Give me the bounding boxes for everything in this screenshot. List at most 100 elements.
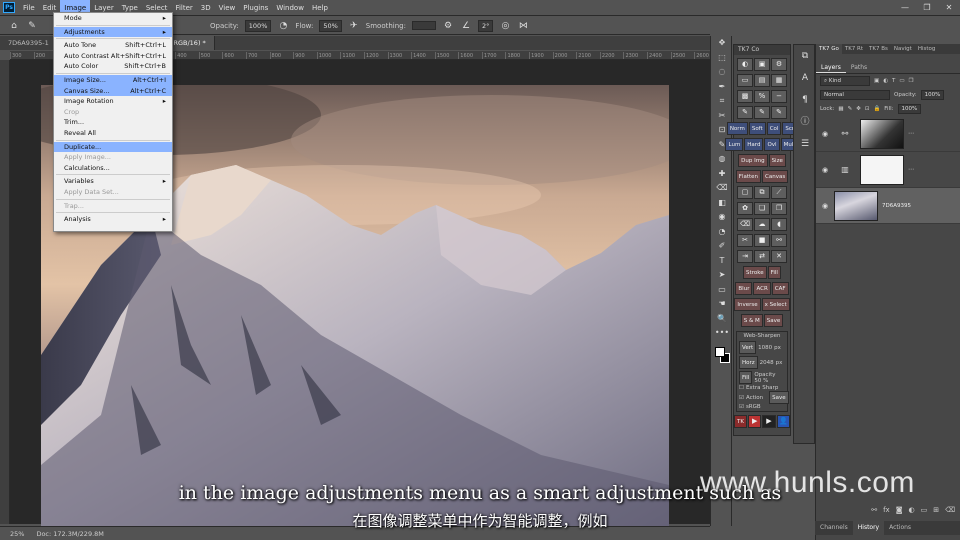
tk-dup-icon[interactable]: ❏ (754, 202, 770, 215)
tk-folder-icon[interactable]: ▭ (737, 74, 753, 87)
layer-opacity-field[interactable]: 100% (920, 90, 945, 100)
menu-item-image-rotation[interactable]: Image Rotation ▸ (54, 96, 172, 107)
minimize-button[interactable]: — (894, 0, 916, 16)
filter-adjust-icon[interactable]: ◐ (883, 78, 888, 84)
tool-icon-9[interactable]: ✚ (711, 167, 733, 182)
tk-gear2-icon[interactable]: ✿ (737, 202, 753, 215)
menu-item-auto-tone[interactable]: Auto Tone Shift+Ctrl+L (54, 40, 172, 51)
tool-icon-1[interactable]: ⬚ (711, 51, 733, 66)
tk-button-inverse[interactable]: Inverse (734, 298, 761, 311)
tk-button-col[interactable]: Col (766, 122, 782, 135)
tk-trash-icon[interactable]: ⌫ (737, 218, 753, 231)
tk-gear-icon[interactable]: ⚙ (771, 58, 787, 71)
menu-item-auto-contrast[interactable]: Auto Contrast Alt+Shift+Ctrl+L (54, 51, 172, 62)
panel-tab-histogram[interactable]: Histog (915, 44, 939, 54)
tk-play2-icon[interactable]: ▶ (762, 415, 776, 428)
horz-button[interactable]: Horz (739, 356, 758, 369)
visibility-eye-icon[interactable]: ◉ (820, 202, 830, 210)
menu-window[interactable]: Window (272, 0, 308, 16)
tk-button-flatten[interactable]: Flatten (735, 170, 762, 183)
tk-zoom-100-icon[interactable]: % (754, 90, 770, 103)
tk-button-x-select[interactable]: x Select (761, 298, 790, 311)
layer-row-bw[interactable]: ◉ ⚯ ⋯ (816, 116, 960, 152)
tool-icon-13[interactable]: ◔ (711, 225, 733, 240)
visibility-eye-icon[interactable]: ◉ (820, 130, 830, 138)
settings-gear-icon[interactable]: ⚙ (442, 20, 454, 32)
angle-icon[interactable]: ∠ (460, 20, 472, 32)
lock-pixels-icon[interactable]: ▦ (838, 106, 843, 112)
menu-plugins[interactable]: Plugins (239, 0, 272, 16)
tool-icon-4[interactable]: ⌗ (711, 94, 733, 109)
airbrush-icon[interactable]: ✈ (348, 20, 360, 32)
tk-grid-icon[interactable]: ▦ (771, 74, 787, 87)
horz-value[interactable]: 2048 (760, 360, 774, 366)
tab-paths[interactable]: Paths (846, 62, 872, 73)
menu-item-mode[interactable]: Mode ▸ (54, 13, 172, 24)
tk-button-caf[interactable]: CAF (771, 282, 789, 295)
tk-brush-yellow-icon[interactable]: ✎ (771, 106, 787, 119)
menu-item-adjustments[interactable]: Adjustments ▸ (54, 26, 172, 38)
tk-brush-white-icon[interactable]: ✎ (754, 106, 770, 119)
menu-item-reveal-all[interactable]: Reveal All (54, 128, 172, 139)
layer-mask-thumbnail[interactable] (860, 154, 904, 185)
info-icon[interactable]: ⓘ (794, 111, 816, 133)
layer-comps-icon[interactable]: ⧉ (794, 45, 816, 67)
lock-artboard-icon[interactable]: ⊡ (865, 106, 870, 112)
tool-icon-10[interactable]: ⌫ (711, 181, 733, 196)
tk-button-size[interactable]: Size (768, 154, 786, 167)
tool-icon-3[interactable]: ✒ (711, 80, 733, 95)
lock-paint-icon[interactable]: ✎ (848, 106, 853, 112)
vert-value[interactable]: 1080 (758, 345, 772, 351)
tk-button-lum[interactable]: Lum (725, 138, 744, 151)
tk-swap-icon[interactable]: ⇄ (754, 250, 770, 263)
tk-link-icon[interactable]: ⚯ (771, 234, 787, 247)
brush-preset-icon[interactable]: ✎ (26, 20, 38, 32)
panel-tab-tk7-go[interactable]: TK7 Go (816, 44, 842, 54)
layer-name[interactable]: 7D6A9395 (882, 203, 911, 209)
tk-button-canvas[interactable]: Canvas (762, 170, 789, 183)
visibility-eye-icon[interactable]: ◉ (820, 166, 830, 174)
menu-item-calculations[interactable]: Calculations... (54, 163, 172, 174)
tk-wand-icon[interactable]: ⟋ (771, 186, 787, 199)
tool-icon-5[interactable]: ✂ (711, 109, 733, 124)
tk-minus-icon[interactable]: − (771, 90, 787, 103)
tk-copy-icon[interactable]: ❐ (771, 202, 787, 215)
tool-icon-8[interactable]: ◍ (711, 152, 733, 167)
tk-layers-icon[interactable]: ▤ (754, 74, 770, 87)
tk-play-icon[interactable]: ▶ (747, 415, 762, 428)
tk-cut-icon[interactable]: ✂ (737, 234, 753, 247)
tk-button-blur[interactable]: Blur (735, 282, 753, 295)
tool-icon-2[interactable]: ◌ (711, 65, 733, 80)
lock-move-icon[interactable]: ✥ (856, 106, 861, 112)
tool-icon-12[interactable]: ◉ (711, 210, 733, 225)
tk-square-icon[interactable]: ■ (754, 234, 770, 247)
ws-opacity-value[interactable]: 50 (754, 378, 761, 384)
menu-item-variables[interactable]: Variables ▸ (54, 176, 172, 187)
tk-cloud-icon[interactable]: ☁ (754, 218, 770, 231)
filter-shape-icon[interactable]: ▭ (899, 78, 904, 84)
opacity-field[interactable]: 100% (244, 19, 272, 32)
close-button[interactable]: ✕ (938, 0, 960, 16)
tk-button-norm[interactable]: Norm (726, 122, 748, 135)
action-checkbox[interactable]: ☑ (739, 395, 744, 401)
menu-filter[interactable]: Filter (171, 0, 196, 16)
tk-button-fill[interactable]: Fill (767, 266, 781, 279)
menu-item-auto-color[interactable]: Auto Color Shift+Ctrl+B (54, 61, 172, 72)
filter-pixel-icon[interactable]: ▣ (874, 78, 879, 84)
layer-options-icon[interactable]: ⋯ (908, 166, 914, 173)
foreground-color-swatch[interactable] (715, 346, 725, 357)
extra-sharp-checkbox[interactable]: ☐ (739, 385, 744, 391)
paragraph-icon[interactable]: ¶ (794, 89, 816, 111)
tk-mask-icon[interactable]: ◐ (737, 58, 753, 71)
home-icon[interactable]: ⌂ (8, 20, 20, 32)
angle-field[interactable]: 2° (478, 19, 494, 32)
tool-icon-17[interactable]: ▭ (711, 283, 733, 298)
tool-icon-0[interactable]: ✥ (711, 36, 733, 51)
tk-drop-icon[interactable]: ◖ (771, 218, 787, 231)
doc-tab-1[interactable]: 7D6A9395-1 (0, 36, 58, 50)
vert-button[interactable]: Vert (739, 341, 757, 354)
menu-item-image-size[interactable]: Image Size... Alt+Ctrl+I (54, 74, 172, 86)
tk-x-icon[interactable]: ✕ (771, 250, 787, 263)
color-swatches[interactable] (711, 345, 733, 367)
ws-save-button[interactable]: Save (769, 391, 789, 404)
